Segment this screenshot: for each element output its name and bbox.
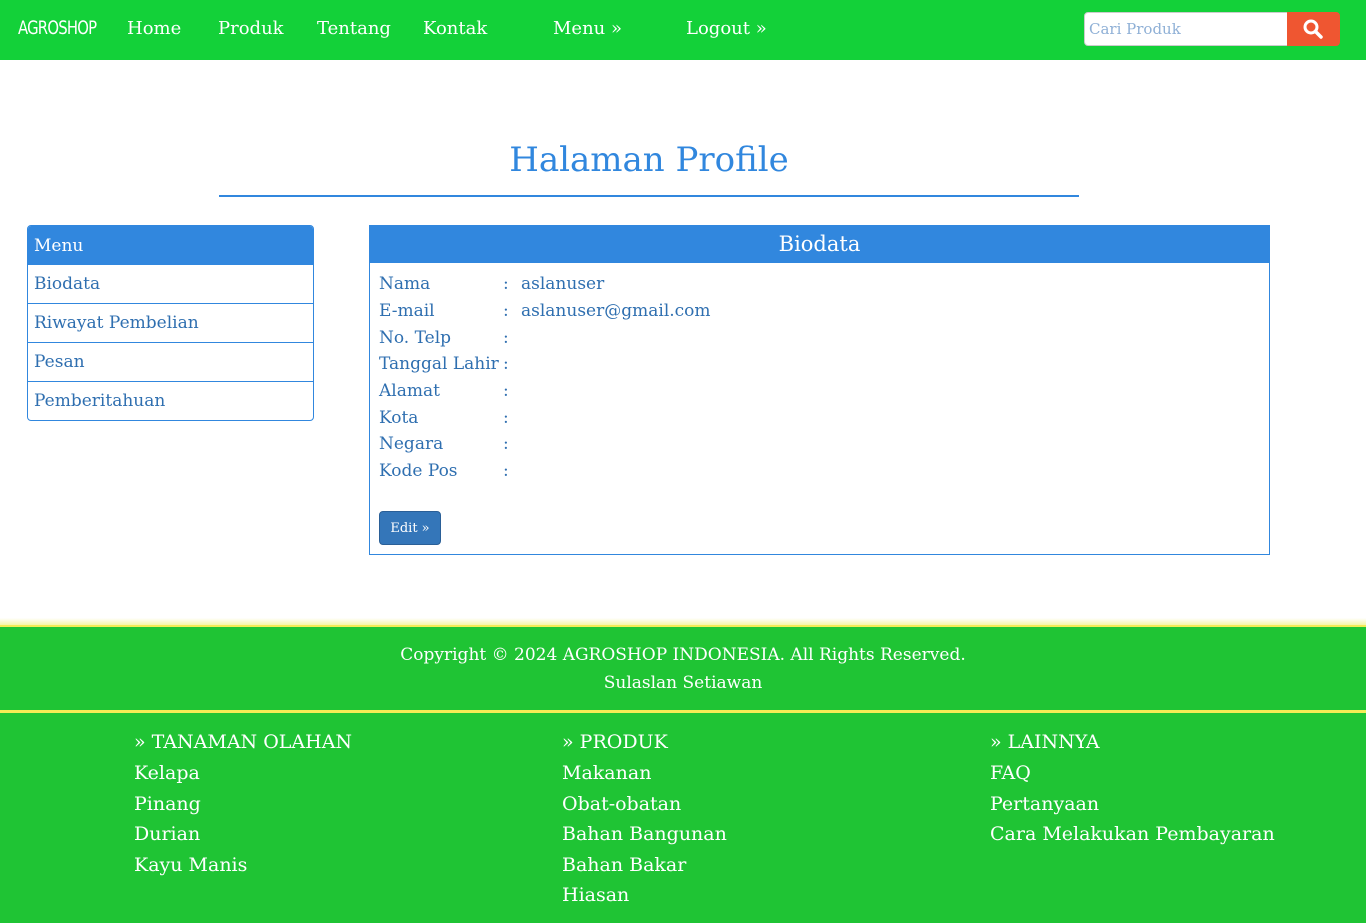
footer-column-title: » TANAMAN OLAHAN (134, 731, 353, 753)
biodata-value: aslanuser (521, 274, 605, 294)
footer-link-makanan[interactable]: Makanan (562, 762, 727, 793)
search-icon (1303, 19, 1323, 39)
top-navbar: AGROSHOP Home Produk Tentang Kontak Menu… (0, 0, 1366, 60)
footer-column-title: » PRODUK (562, 731, 668, 753)
nav-kontak[interactable]: Kontak (423, 18, 487, 39)
title-divider (219, 195, 1079, 197)
biodata-colon: : (503, 381, 509, 401)
side-menu: Menu Biodata Riwayat Pembelian Pesan Pem… (27, 225, 314, 421)
edit-button[interactable]: Edit » (379, 511, 441, 545)
biodata-colon: : (503, 434, 509, 454)
nav-home[interactable]: Home (127, 18, 181, 39)
side-menu-item-riwayat-pembelian[interactable]: Riwayat Pembelian (28, 303, 313, 342)
footer-copyright-bar: Copyright © 2024 AGROSHOP INDONESIA. All… (0, 625, 1366, 710)
side-menu-item-biodata[interactable]: Biodata (28, 264, 313, 303)
side-menu-item-pemberitahuan[interactable]: Pemberitahuan (28, 381, 313, 420)
nav-produk[interactable]: Produk (218, 18, 284, 39)
nav-logout[interactable]: Logout » (686, 18, 767, 39)
footer-links: » TANAMAN OLAHAN Kelapa Pinang Durian Ka… (0, 710, 1366, 923)
biodata-label: Kota (379, 408, 419, 428)
footer-link-pinang[interactable]: Pinang (134, 793, 352, 824)
biodata-value: aslanuser@gmail.com (521, 301, 711, 321)
biodata-label: No. Telp (379, 328, 452, 348)
search-button[interactable] (1287, 12, 1340, 46)
footer-link-cara-pembayaran[interactable]: Cara Melakukan Pembayaran (990, 823, 1275, 854)
biodata-colon: : (503, 274, 509, 294)
author-text: Sulaslan Setiawan (603, 673, 763, 693)
brand-logo[interactable]: AGROSHOP (18, 17, 97, 39)
side-menu-item-pesan[interactable]: Pesan (28, 342, 313, 381)
search-input[interactable] (1084, 12, 1288, 46)
biodata-label: Kode Pos (379, 461, 458, 481)
biodata-colon: : (503, 461, 509, 481)
biodata-colon: : (503, 301, 509, 321)
biodata-label: Negara (379, 434, 444, 454)
biodata-colon: : (503, 354, 509, 374)
footer-link-bahan-bakar[interactable]: Bahan Bakar (562, 854, 727, 885)
footer-link-durian[interactable]: Durian (134, 823, 352, 854)
footer-link-bahan-bangunan[interactable]: Bahan Bangunan (562, 823, 727, 854)
footer-column-produk: » PRODUK Makanan Obat-obatan Bahan Bangu… (562, 731, 727, 915)
footer-column-tanaman-olahan: » TANAMAN OLAHAN Kelapa Pinang Durian Ka… (134, 731, 352, 884)
footer-column-title: » LAINNYA (990, 731, 1100, 753)
copyright-text: Copyright © 2024 AGROSHOP INDONESIA. All… (400, 645, 966, 665)
biodata-label: Tanggal Lahir (379, 354, 499, 374)
biodata-label: Nama (379, 274, 431, 294)
footer-link-kelapa[interactable]: Kelapa (134, 762, 352, 793)
biodata-label: E-mail (379, 301, 435, 321)
footer-column-lainnya: » LAINNYA FAQ Pertanyaan Cara Melakukan … (990, 731, 1275, 854)
biodata-panel: Biodata Nama : aslanuser E-mail : aslanu… (369, 225, 1270, 555)
biodata-panel-header: Biodata (370, 226, 1269, 263)
nav-tentang[interactable]: Tentang (317, 18, 391, 39)
biodata-label: Alamat (379, 381, 440, 401)
page-title: Halaman Profile (509, 140, 789, 180)
biodata-colon: : (503, 408, 509, 428)
footer-link-pertanyaan[interactable]: Pertanyaan (990, 793, 1275, 824)
side-menu-header: Menu (28, 226, 313, 264)
footer-link-faq[interactable]: FAQ (990, 762, 1275, 793)
footer-link-hiasan[interactable]: Hiasan (562, 884, 727, 915)
footer-link-obat-obatan[interactable]: Obat-obatan (562, 793, 727, 824)
nav-menu-dropdown[interactable]: Menu » (553, 18, 622, 39)
footer-link-kayu-manis[interactable]: Kayu Manis (134, 854, 352, 885)
biodata-colon: : (503, 328, 509, 348)
